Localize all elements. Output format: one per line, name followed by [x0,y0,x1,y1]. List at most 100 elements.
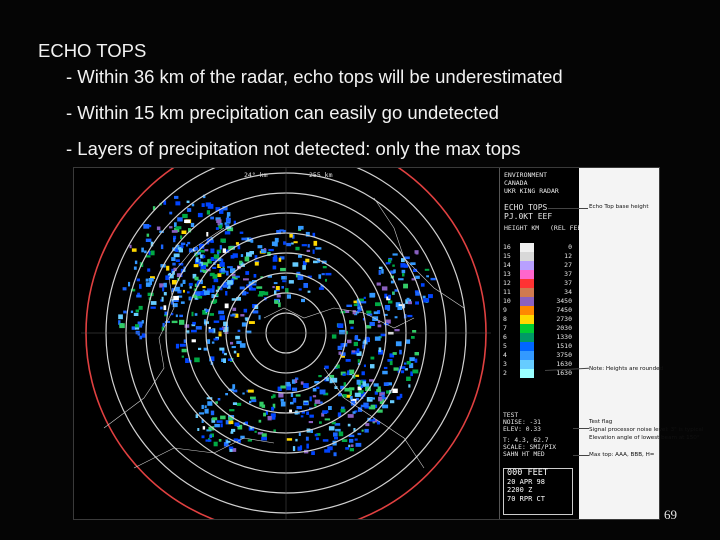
scale-feet-label: 37 [564,270,572,278]
echo-pixel [216,420,223,423]
scale-level-label: 14 [503,261,511,269]
echo-pixel [369,397,375,400]
echo-pixel [399,349,402,355]
annotation-elevation: Elevation angle of lowest beam at 150° [589,435,700,441]
echo-pixel [213,254,220,259]
map-line [133,437,275,469]
echo-pixel [183,289,185,293]
echo-pixel [245,271,250,275]
echo-pixel [193,264,199,268]
echo-pixel [278,257,282,262]
echo-pixel [364,428,369,433]
echo-pixel [378,266,383,270]
echo-pixel [415,275,420,279]
echo-pixel [232,307,237,311]
echo-pixel [135,324,140,328]
echo-pixel [322,410,329,414]
echo-pixel [362,381,366,386]
echo-pixel [314,433,318,437]
echo-pixel [182,279,186,284]
echo-pixel [280,398,284,402]
echo-pixel [217,398,221,401]
echo-pixel [257,294,264,297]
echo-pixel [191,339,196,343]
scale-swatch [520,315,534,324]
scale-feet-label: 3750 [556,351,572,359]
echo-pixel [174,195,179,199]
range-rings [81,168,491,519]
scale-swatch [520,306,534,315]
echo-pixel [175,259,180,262]
echo-pixel [169,211,173,215]
echo-pixel [118,314,123,320]
scale-swatch [520,252,534,261]
echo-pixel [381,269,384,274]
echo-pixel [122,287,127,291]
echo-pixel [179,343,184,347]
echo-pixel [412,330,417,333]
echo-pixel [424,268,430,271]
echo-pixel [211,341,215,344]
echo-pixel [422,295,426,299]
test-line: T: 4.3, 62.7 [503,436,549,444]
echo-pixel [201,435,205,439]
echo-pixel [162,286,165,292]
echo-pixel [393,269,396,274]
scale-level-label: 11 [503,288,511,296]
echo-pixel [186,200,190,203]
leader-line [548,208,588,209]
echo-pixel [144,250,147,254]
echo-pixel [225,217,231,223]
echo-pixel [286,438,293,441]
echo-pixel [213,278,219,283]
echo-pixel [400,370,405,374]
echo-pixel [404,362,407,365]
test-line: NOISE: -31 [503,419,541,427]
echo-pixel [160,306,163,310]
slide-title: ECHO TOPS [38,40,147,61]
annotation-panel [579,168,659,519]
echo-pixel [328,406,332,410]
echo-pixel [428,294,433,299]
echo-pixel [195,257,199,263]
annotation-noise: Signal processor noise level: 3" is typi… [589,427,704,433]
echo-pixel [293,241,298,244]
echo-pixel [242,392,245,395]
echo-pixel [423,298,430,303]
echo-pixel [326,377,329,381]
echo-pixel [199,263,202,267]
echo-pixel [250,396,256,400]
echo-pixel [210,240,214,243]
bullet-layers: - Layers of precipitation not detected: … [66,138,521,159]
echo-pixel [197,212,203,218]
echo-pixel [257,245,263,249]
echo-pixel [295,246,300,251]
echo-pixel [342,373,346,376]
echo-pixel [353,300,357,304]
echo-pixel [207,339,211,344]
echo-pixel [186,244,189,247]
echo-pixel [274,300,279,304]
echo-pixel [204,290,210,295]
scale-level-label: 9 [503,306,507,314]
echo-pixel [135,327,140,330]
echo-pixel [213,338,219,341]
echo-pixel [349,448,354,452]
echo-pixel [297,446,302,451]
echo-pixel [309,414,314,418]
echo-pixel [406,376,411,381]
echo-pixel [272,286,275,289]
echo-pixel [261,436,267,441]
echo-pixel [192,321,196,325]
echo-pixel [198,347,202,350]
echo-pixel [213,320,220,323]
echo-pixel [328,426,335,431]
echo-pixel [392,291,395,295]
echo-pixel [420,283,425,287]
echo-pixel [306,411,309,415]
echo-pixel [215,227,219,230]
echo-pixel [349,320,354,324]
echo-pixel [366,310,372,314]
echo-pixel [173,237,176,243]
echo-pixel [173,253,180,258]
